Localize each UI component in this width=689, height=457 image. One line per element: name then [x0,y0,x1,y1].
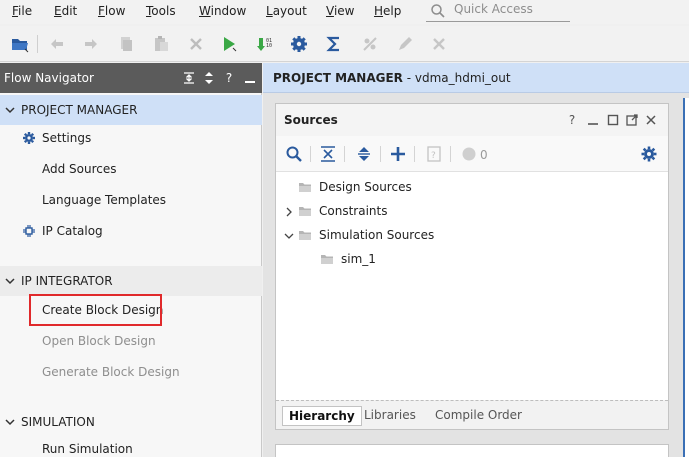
main-toolbar: 01 10 [0,26,689,62]
expand-icon[interactable] [202,71,216,85]
nav-item-add-sources[interactable]: Add Sources [42,162,117,176]
unsaved-count: 0 [480,148,488,162]
expand-all-icon[interactable] [355,145,373,163]
svg-text:10: 10 [266,43,272,49]
toolbar-separator [37,35,38,53]
ip-catalog-icon [22,224,36,238]
tree-item-sim-1[interactable]: sim_1 [276,250,666,270]
collapse-all-icon[interactable] [182,71,196,85]
toolbar-separator [310,146,311,162]
highlight-annotation [29,294,162,326]
collapse-all-icon[interactable] [319,145,337,163]
close-icon[interactable] [644,113,658,127]
help-icon[interactable]: ? [222,71,236,85]
tree-item-constraints[interactable]: Constraints [276,202,666,222]
paste-icon[interactable] [151,34,171,54]
open-project-icon[interactable] [10,34,30,54]
flow-navigator-title: Flow Navigator [4,71,94,85]
toolbar-separator [414,146,415,162]
menu-edit[interactable]: Edit [54,4,77,18]
minimize-icon[interactable] [243,71,257,85]
sources-toolbar: ? 0 [276,136,668,172]
gear-icon[interactable] [640,145,658,163]
properties-icon[interactable]: ? [425,145,443,163]
tab-compile-order[interactable]: Compile Order [429,406,528,426]
chevron-right-icon[interactable] [284,206,294,217]
sources-tab-bar: Hierarchy Libraries Compile Order [276,400,668,429]
menu-window[interactable]: Window [199,4,246,18]
nav-item-open-block-design[interactable]: Open Block Design [42,334,156,348]
help-icon[interactable]: ? [565,113,579,127]
lower-panel [275,444,669,457]
folder-icon [298,181,312,193]
folder-icon [320,253,334,265]
search-icon [430,3,446,19]
auto-connect-icon[interactable] [360,34,380,54]
redo-icon[interactable] [81,34,101,54]
copy-icon[interactable] [116,34,136,54]
svg-text:?: ? [431,151,436,161]
chevron-down-icon [4,416,16,428]
quick-access-placeholder: Quick Access [454,2,533,16]
delete-icon[interactable] [186,34,206,54]
tab-libraries[interactable]: Libraries [358,406,422,426]
toolbar-separator [344,146,345,162]
generate-bitstream-icon[interactable]: 01 10 [254,34,274,54]
section-simulation[interactable]: SIMULATION [0,407,262,437]
run-icon[interactable] [219,34,239,54]
sources-tree: Design Sources Constraints Simulation So… [276,172,668,400]
undo-icon[interactable] [47,34,67,54]
project-manager-header: PROJECT MANAGER - vdma_hdmi_out [263,63,689,93]
tree-item-simulation-sources[interactable]: Simulation Sources [276,226,666,246]
flow-navigator-header: Flow Navigator ? [0,63,262,93]
menu-file[interactable]: File [12,4,32,18]
section-ip-integrator[interactable]: IP INTEGRATOR [0,266,262,296]
section-project-manager[interactable]: PROJECT MANAGER [0,95,262,125]
toolbar-separator [380,146,381,162]
nav-item-generate-block-design[interactable]: Generate Block Design [42,365,180,379]
chevron-down-icon[interactable] [284,230,294,240]
editor-panel-edge [683,98,689,457]
sources-header: Sources ? [276,104,668,136]
folder-icon [298,229,312,241]
nav-item-run-simulation[interactable]: Run Simulation [42,442,133,456]
menu-help[interactable]: Help [374,4,401,18]
quick-access-search[interactable]: Quick Access [426,0,570,22]
page-title: PROJECT MANAGER - vdma_hdmi_out [273,71,511,85]
add-icon[interactable] [389,145,407,163]
tab-hierarchy[interactable]: Hierarchy [282,406,362,426]
cancel-icon[interactable] [429,34,449,54]
toolbar-separator [450,146,451,162]
sigma-icon[interactable] [324,34,344,54]
menu-bar: File Edit Flow Tools Window Layout View … [0,0,689,24]
status-dot-icon [460,145,478,163]
menu-tools[interactable]: Tools [146,4,176,18]
chevron-down-icon [4,275,16,287]
menu-layout[interactable]: Layout [266,4,307,18]
nav-item-ip-catalog[interactable]: IP Catalog [42,224,103,238]
settings-icon[interactable] [289,34,309,54]
folder-icon [298,205,312,217]
gear-icon [22,131,36,145]
tree-item-design-sources[interactable]: Design Sources [276,178,666,198]
nav-item-language-templates[interactable]: Language Templates [42,193,166,207]
restore-icon[interactable] [606,113,620,127]
menu-view[interactable]: View [326,4,354,18]
search-icon[interactable] [285,145,303,163]
chevron-down-icon [4,104,16,116]
nav-item-settings[interactable]: Settings [42,131,91,145]
minimize-icon[interactable] [586,113,600,127]
menu-flow[interactable]: Flow [98,4,125,18]
sources-panel: Sources ? ? 0 Design Sources Constraints… [275,103,669,430]
edit-icon[interactable] [395,34,415,54]
flow-navigator: Flow Navigator ? PROJECT MANAGER Setting… [0,63,262,457]
float-icon[interactable] [625,113,639,127]
sources-title: Sources [284,113,338,127]
